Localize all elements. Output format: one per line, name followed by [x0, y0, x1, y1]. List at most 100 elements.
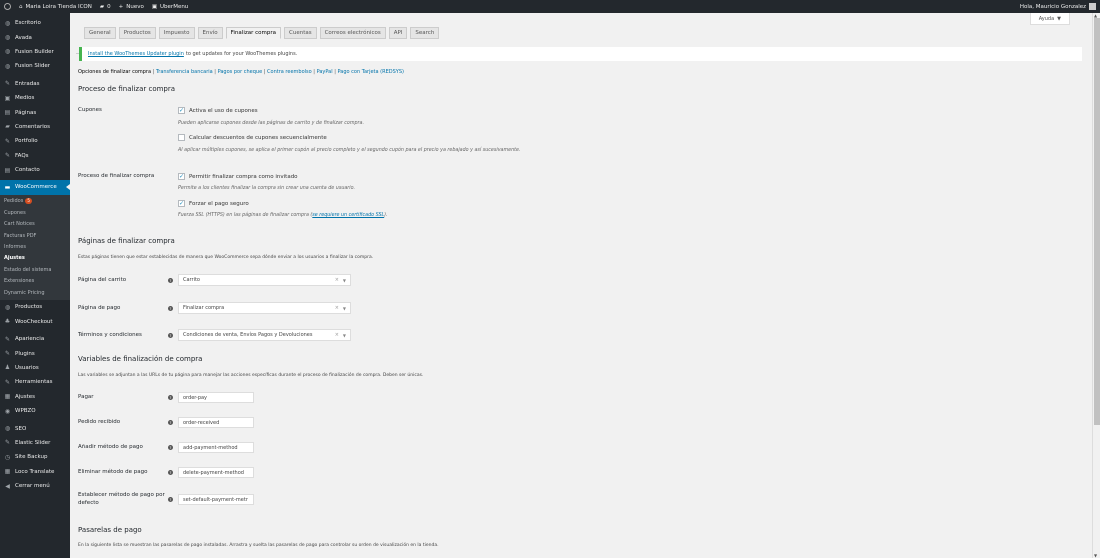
sidebar-item-productos[interactable]: ◍ Productos [0, 300, 70, 314]
sidebar-item-label: WPBZO [15, 408, 36, 415]
scroll-down-icon[interactable]: ▼ [1094, 553, 1097, 558]
ssl-certificate-link[interactable]: se requiere un certificado SSL [312, 213, 384, 218]
install-updater-link[interactable]: Install the WooThemes Updater plugin [88, 51, 184, 57]
submenu-item-extensiones[interactable]: Extensiones [0, 275, 70, 286]
sidebar-item-faqs[interactable]: ✎ FAQs [0, 149, 70, 163]
page-select-terminos-y-condiciones[interactable]: Condiciones de venta, Envíos Pagos y Dev… [178, 329, 351, 341]
help-tip-icon[interactable]: ? [168, 306, 173, 311]
sidebar-item-plugins[interactable]: ✎ Plugins [0, 346, 70, 360]
tab-envio[interactable]: Envío [197, 27, 223, 39]
submenu-item-estado-del-sistema[interactable]: Estado del sistema [0, 264, 70, 275]
sidebar-item-label: Fusion Builder [15, 48, 54, 55]
sidebar-item-medios[interactable]: ▣ Medios [0, 91, 70, 105]
help-tip-icon[interactable]: ? [168, 395, 173, 400]
help-tip-icon[interactable]: ? [168, 470, 173, 475]
clear-icon[interactable]: × [335, 277, 339, 283]
sidebar-item-contacto[interactable]: ▤ Contacto [0, 163, 70, 177]
sidebar-item-paginas[interactable]: ▤ Páginas [0, 105, 70, 119]
sidebar-item-herramientas[interactable]: ✎ Herramientas [0, 375, 70, 389]
sidebar-item-label: Entradas [15, 80, 40, 87]
coupons-label: Cupones [78, 107, 102, 113]
caret-down-icon: ▼ [342, 277, 346, 283]
sidebar-item-seo[interactable]: ◍ SEO [0, 421, 70, 435]
page-select-pagina-del-carrito[interactable]: Carrito × ▼ [178, 274, 351, 286]
submenu-item-cupones[interactable]: Cupones [0, 207, 70, 218]
tab-search[interactable]: Search [410, 27, 440, 39]
clear-icon[interactable]: × [335, 332, 339, 338]
ubermenu-link[interactable]: ▣ UberMenu [148, 0, 192, 13]
tab-impuesto[interactable]: Impuesto [158, 27, 195, 39]
plugins-icon: ✎ [4, 350, 11, 358]
tab-api[interactable]: API [388, 27, 408, 39]
subnav-pago-con-tarjeta-redsys[interactable]: Pago con Tarjeta (REDSYS) [338, 69, 404, 75]
endpoint-input-order-received[interactable]: order-received [178, 417, 254, 428]
subnav-transferencia-bancaria[interactable]: Transferencia bancaria [156, 69, 213, 75]
sidebar-item-site-backup[interactable]: ◷ Site Backup [0, 450, 70, 464]
sidebar-item-label: Loco Translate [15, 468, 55, 475]
account-menu[interactable]: Hola, Mauricio Gonzalez [1020, 3, 1100, 10]
enable-coupons-checkbox[interactable]: ✓ Activa el uso de cupones [178, 107, 258, 114]
checkmark-icon: ✓ [178, 106, 185, 114]
subnav-paypal[interactable]: PayPal [317, 69, 333, 75]
sidebar-item-label: Usuarios [15, 364, 39, 371]
help-tip-icon[interactable]: ? [168, 497, 173, 502]
scrollbar-thumb[interactable] [1094, 18, 1100, 425]
sidebar-item-loco-translate[interactable]: ▦ Loco Translate [0, 465, 70, 479]
sidebar-item-apariencia[interactable]: ✎ Apariencia [0, 332, 70, 346]
sidebar-item-portfolio[interactable]: ✎ Portfolio [0, 134, 70, 148]
help-tip-icon[interactable]: ? [168, 420, 173, 425]
help-button[interactable]: Ayuda ▼ [1029, 13, 1070, 25]
force-ssl-checkbox[interactable]: ✓ Forzar el pago seguro [178, 200, 249, 207]
endpoint-input-add-payment-method[interactable]: add-payment-method [178, 442, 254, 453]
endpoint-label: defecto [78, 500, 99, 506]
tab-correos-electronicos[interactable]: Correos electrónicos [319, 27, 386, 39]
subnav-contra-reembolso[interactable]: Contra reembolso [267, 69, 312, 75]
sequential-description: Al aplicar múltiples cupones, se aplica … [178, 148, 521, 153]
media-icon: ▣ [4, 94, 11, 102]
sidebar-item-escritorio[interactable]: ◍ Escritorio [0, 16, 70, 30]
sidebar-item-fusion-builder[interactable]: ◍ Fusion Builder [0, 45, 70, 59]
submenu-item-dynamic-pricing[interactable]: Dynamic Pricing [0, 287, 70, 298]
submenu-item-pedidos[interactable]: Pedidos 5 [0, 196, 70, 207]
tab-finalizar-compra[interactable]: Finalizar compra [225, 27, 281, 39]
help-tip-icon[interactable]: ? [168, 445, 173, 450]
submenu-item-label: Pedidos [4, 198, 24, 205]
endpoint-input-delete-payment-method[interactable]: delete-payment-method [178, 467, 254, 478]
sidebar-item-wpbzo[interactable]: ◉ WPBZO [0, 404, 70, 418]
tab-productos[interactable]: Productos [118, 27, 156, 39]
guest-checkout-checkbox[interactable]: ✓ Permitir finalizar compra como invitado [178, 173, 298, 180]
sidebar-item-woocommerce[interactable]: ▬ WooCommerce [0, 180, 70, 195]
endpoint-input-set-default-payment-metr[interactable]: set-default-payment-metr [178, 494, 254, 505]
sidebar-item-woocheckout[interactable]: ♣ WooCheckout [0, 315, 70, 329]
clear-icon[interactable]: × [335, 305, 339, 311]
sidebar-item-usuarios[interactable]: ♟ Usuarios [0, 361, 70, 375]
tab-general[interactable]: General [84, 27, 116, 39]
tab-cuentas[interactable]: Cuentas [284, 27, 317, 39]
submenu-item-ajustes[interactable]: Ajustes [0, 253, 70, 264]
users-icon: ♟ [4, 364, 11, 372]
page-scrollbar[interactable]: ▲ ▼ [1092, 13, 1100, 558]
submenu-item-cart-notices[interactable]: Cart Notices [0, 218, 70, 229]
submenu-item-facturas-pdf[interactable]: Facturas PDF [0, 230, 70, 241]
sidebar-item-elastic-slider[interactable]: ✎ Elastic Slider [0, 436, 70, 450]
comments-link[interactable]: ▰ 0 [96, 0, 115, 13]
sidebar-item-avada[interactable]: ◍ Avada [0, 30, 70, 44]
sequential-coupons-checkbox[interactable]: Calcular descuentos de cupones secuencia… [178, 134, 327, 141]
loco-icon: ▦ [4, 468, 11, 476]
subnav-pagos-por-cheque[interactable]: Pagos por cheque [218, 69, 263, 75]
sidebar-item-fusion-slider[interactable]: ◍ Fusion Slider [0, 59, 70, 73]
help-tip-icon[interactable]: ? [168, 278, 173, 283]
new-content-link[interactable]: + Nuevo [115, 0, 148, 13]
site-name-link[interactable]: ⌂ Maria Loira Tienda ICON [15, 0, 96, 13]
page-select-pagina-de-pago[interactable]: Finalizar compra × ▼ [178, 302, 351, 314]
sidebar-item-label: Cerrar menú [15, 483, 50, 490]
submenu-item-informes[interactable]: Informes [0, 241, 70, 252]
wp-logo-menu[interactable] [0, 0, 15, 13]
sidebar-item-cerrar-menu[interactable]: ◀ Cerrar menú [0, 479, 70, 493]
sidebar-item-comentarios[interactable]: ▰ Comentarios [0, 120, 70, 134]
help-tip-icon[interactable]: ? [168, 333, 173, 338]
endpoint-label: Pedido recibido [78, 419, 121, 425]
sidebar-item-entradas[interactable]: ✎ Entradas [0, 77, 70, 91]
sidebar-item-ajustes[interactable]: ▦ Ajustes [0, 390, 70, 404]
endpoint-input-order-pay[interactable]: order-pay [178, 392, 254, 403]
